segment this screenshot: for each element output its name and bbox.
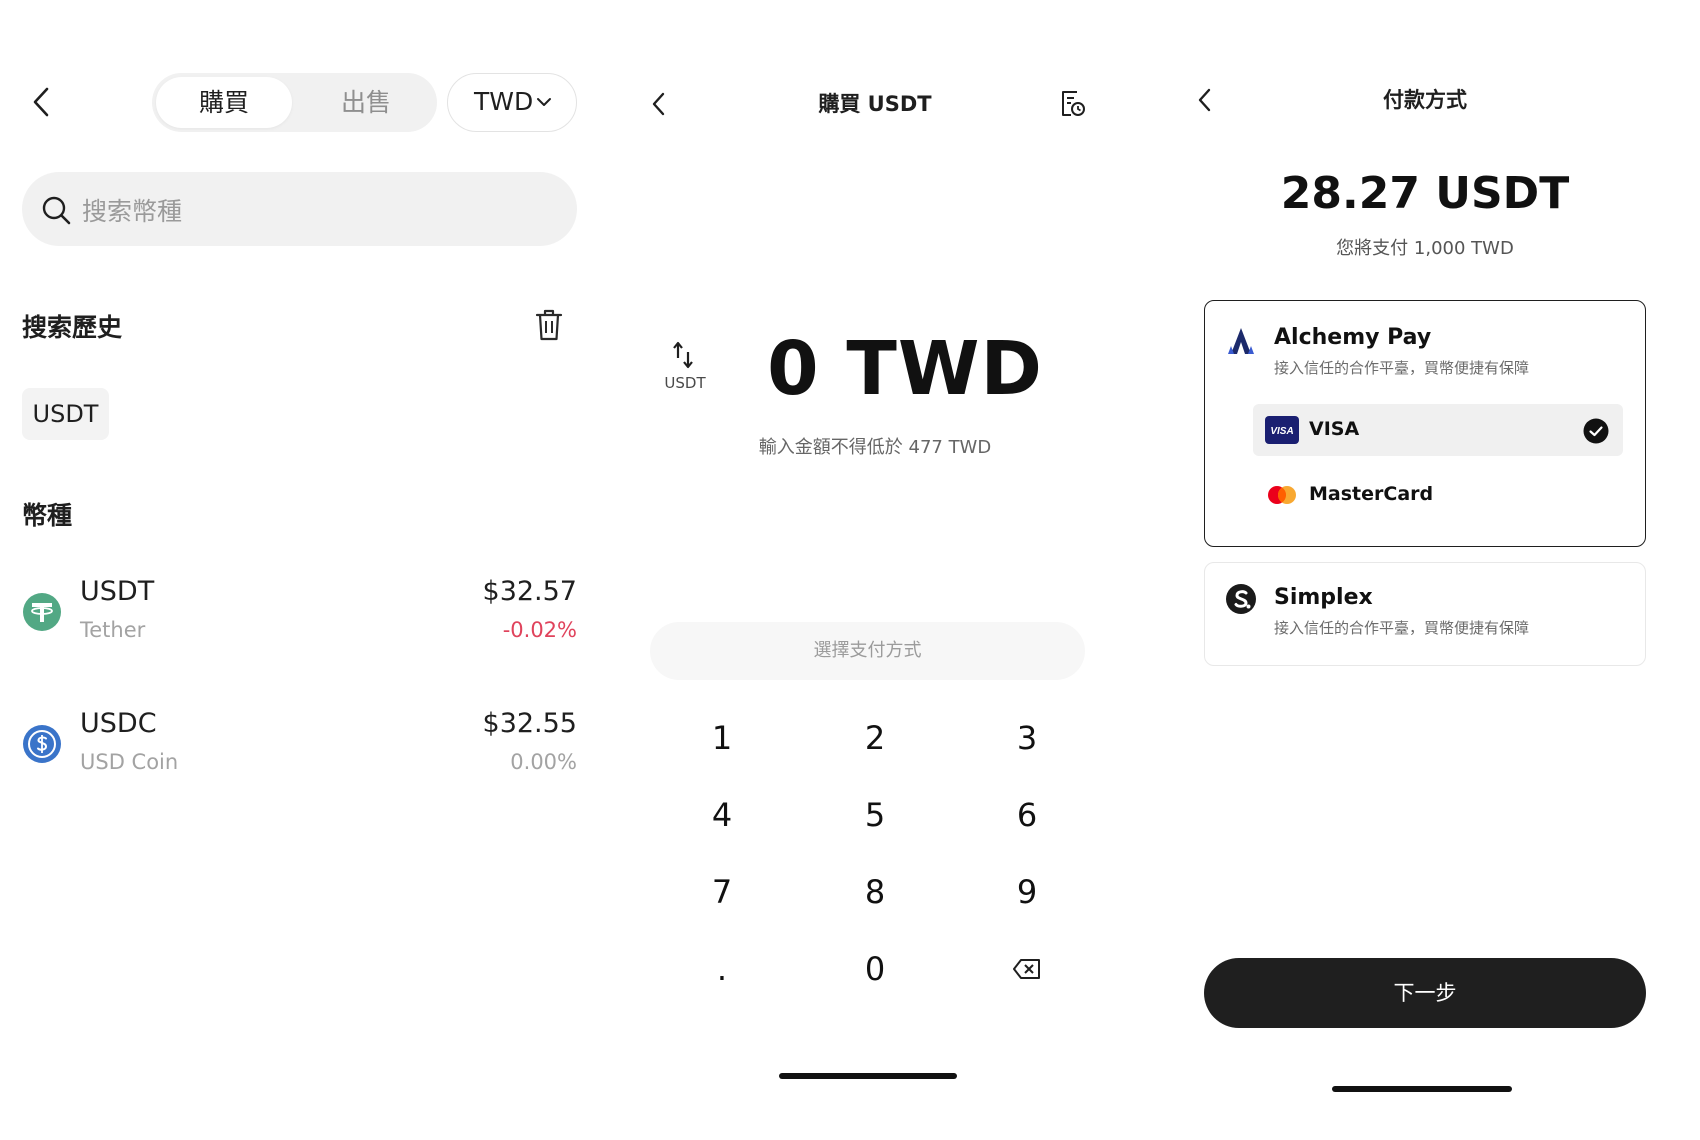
payment-method-screen: 付款方式 28.27 USDT 您將支付 1,000 TWD Alchemy P…: [1160, 0, 1700, 1140]
buy-sell-toggle: 購買 出售: [152, 73, 437, 132]
keypad-key-0[interactable]: 0: [815, 939, 935, 999]
keypad-key-5[interactable]: 5: [815, 785, 935, 845]
svg-text:VISA: VISA: [1270, 426, 1293, 437]
provider-simplex[interactable]: Simplex 接入信任的合作平臺，買幣便捷有保障: [1204, 562, 1646, 666]
method-mastercard[interactable]: MasterCard: [1253, 469, 1623, 521]
purchase-amount: 28.27 USDT: [1280, 168, 1570, 219]
tab-buy[interactable]: 購買: [156, 77, 292, 128]
keypad-key-6[interactable]: 6: [967, 785, 1087, 845]
alchemy-pay-logo-icon: [1228, 328, 1254, 354]
tab-sell[interactable]: 出售: [298, 77, 434, 128]
keypad-key-9[interactable]: 9: [967, 862, 1087, 922]
keypad-key-decimal[interactable]: .: [662, 939, 782, 999]
coins-section-title: 幣種: [22, 501, 73, 530]
minimum-amount-note: 輸入金額不得低於 477 TWD: [758, 437, 992, 458]
provider-description: 接入信任的合作平臺，買幣便捷有保障: [1274, 619, 1530, 637]
buy-coin-list-screen: 購買 出售 TWD 搜索幣種 搜索歷史 USDT 幣種 USDT Tether: [0, 0, 600, 1140]
back-arrow-icon[interactable]: [30, 84, 54, 120]
select-payment-method-button[interactable]: 選擇支付方式: [650, 622, 1085, 680]
amount-display: 0 TWD: [767, 326, 1043, 412]
swap-label: USDT: [664, 374, 706, 392]
search-icon: [42, 196, 71, 225]
coin-symbol: USDT: [80, 576, 155, 607]
currency-select-value: TWD: [474, 87, 534, 116]
checkmark-icon: [1583, 418, 1609, 444]
tether-icon: [23, 593, 61, 631]
provider-name: Simplex: [1274, 585, 1373, 610]
method-name: MasterCard: [1309, 483, 1434, 505]
coin-change: -0.02%: [502, 618, 577, 642]
provider-description: 接入信任的合作平臺，買幣便捷有保障: [1274, 359, 1530, 377]
order-history-icon[interactable]: [1058, 88, 1086, 118]
provider-name: Alchemy Pay: [1274, 325, 1432, 350]
coin-price: $32.57: [482, 576, 577, 607]
coin-row-usdc[interactable]: USDC USD Coin $32.55 0.00%: [22, 708, 577, 788]
chevron-down-icon: [537, 98, 551, 106]
coin-name: USD Coin: [80, 750, 179, 774]
swap-currency-button[interactable]: USDT: [655, 340, 715, 400]
usd-coin-icon: [23, 725, 61, 763]
coin-row-usdt[interactable]: USDT Tether $32.57 -0.02%: [22, 576, 577, 656]
currency-select[interactable]: TWD: [447, 73, 577, 132]
swap-arrows-icon: [673, 341, 693, 369]
buy-amount-screen: 購買 USDT USDT 0 TWD 輸入金額不得低於 477 TWD 選擇支付…: [610, 0, 1140, 1140]
simplex-logo-icon: [1226, 584, 1256, 614]
page-title: 付款方式: [1383, 88, 1467, 112]
method-visa[interactable]: VISA VISA: [1253, 404, 1623, 456]
history-chip-usdt[interactable]: USDT: [22, 388, 109, 440]
coin-price: $32.55: [482, 708, 577, 739]
keypad-key-2[interactable]: 2: [815, 708, 935, 768]
keypad-key-7[interactable]: 7: [662, 862, 782, 922]
keypad-backspace-button[interactable]: [967, 939, 1087, 999]
mastercard-icon: [1268, 486, 1296, 504]
keypad-key-4[interactable]: 4: [662, 785, 782, 845]
next-step-button[interactable]: 下一步: [1204, 958, 1646, 1028]
trash-icon[interactable]: [534, 308, 564, 342]
search-placeholder: 搜索幣種: [82, 197, 183, 226]
home-indicator: [779, 1073, 957, 1079]
backspace-icon: [1013, 959, 1040, 979]
coin-symbol: USDC: [80, 708, 157, 739]
provider-alchemy-pay[interactable]: Alchemy Pay 接入信任的合作平臺，買幣便捷有保障 VISA VISA …: [1204, 300, 1646, 547]
coin-name: Tether: [80, 618, 146, 642]
search-input[interactable]: 搜索幣種: [22, 172, 577, 246]
method-name: VISA: [1309, 418, 1360, 440]
coin-change: 0.00%: [510, 750, 577, 774]
keypad-key-1[interactable]: 1: [662, 708, 782, 768]
pay-total-note: 您將支付 1,000 TWD: [1336, 238, 1514, 259]
visa-card-icon: VISA: [1265, 416, 1299, 444]
keypad-key-3[interactable]: 3: [967, 708, 1087, 768]
home-indicator: [1332, 1086, 1512, 1092]
keypad-key-8[interactable]: 8: [815, 862, 935, 922]
search-history-title: 搜索歷史: [22, 313, 123, 342]
